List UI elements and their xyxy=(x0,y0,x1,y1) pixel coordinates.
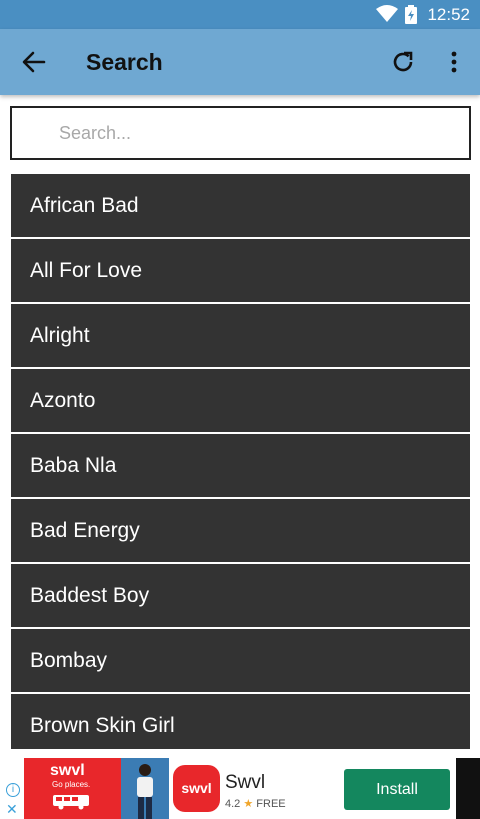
battery-icon xyxy=(405,5,417,24)
status-time: 12:52 xyxy=(427,5,470,24)
ad-close-icon[interactable]: ✕ xyxy=(6,801,18,818)
app-bar: Search xyxy=(0,29,480,95)
list-item[interactable]: Baddest Boy xyxy=(11,564,470,627)
bus-icon xyxy=(53,795,89,810)
more-vertical-icon[interactable] xyxy=(440,48,468,76)
ad-brand-text: swvl xyxy=(50,762,85,779)
ad-info-icon[interactable]: i xyxy=(6,783,20,797)
list-item[interactable]: Brown Skin Girl xyxy=(11,694,470,749)
ad-banner[interactable]: i ✕ swvl Go places. swvl Swvl 4.2 ★ FREE… xyxy=(0,758,480,819)
install-button[interactable]: Install xyxy=(344,769,450,810)
list-item[interactable]: Bombay xyxy=(11,629,470,692)
ad-right-edge xyxy=(456,758,480,819)
back-arrow-icon[interactable] xyxy=(20,48,48,76)
list-item[interactable]: Baba Nla xyxy=(11,434,470,497)
ad-app-logo[interactable]: swvl xyxy=(173,765,220,812)
search-box xyxy=(10,106,471,160)
ad-controls: i ✕ xyxy=(0,758,24,819)
status-bar: 12:52 xyxy=(0,0,480,29)
list-item[interactable]: All For Love xyxy=(11,239,470,302)
list-item[interactable]: Azonto xyxy=(11,369,470,432)
refresh-icon[interactable] xyxy=(389,48,417,76)
ad-person-image[interactable] xyxy=(121,758,169,819)
ad-image[interactable]: swvl Go places. xyxy=(24,758,121,819)
ad-price: FREE xyxy=(256,798,286,810)
ad-rating-value: 4.2 xyxy=(225,798,241,810)
star-icon: ★ xyxy=(243,798,254,810)
page-title: Search xyxy=(86,49,163,75)
song-list: African Bad All For Love Alright Azonto … xyxy=(11,174,470,749)
ad-rating: 4.2 ★ FREE xyxy=(225,797,286,810)
ad-app-name[interactable]: Swvl xyxy=(225,772,265,794)
wifi-icon xyxy=(376,5,398,22)
list-item[interactable]: Alright xyxy=(11,304,470,367)
list-item[interactable]: Bad Energy xyxy=(11,499,470,562)
person-figure-icon xyxy=(137,764,153,819)
list-item[interactable]: African Bad xyxy=(11,174,470,237)
ad-tagline: Go places. xyxy=(52,780,91,789)
search-input[interactable] xyxy=(12,108,469,158)
